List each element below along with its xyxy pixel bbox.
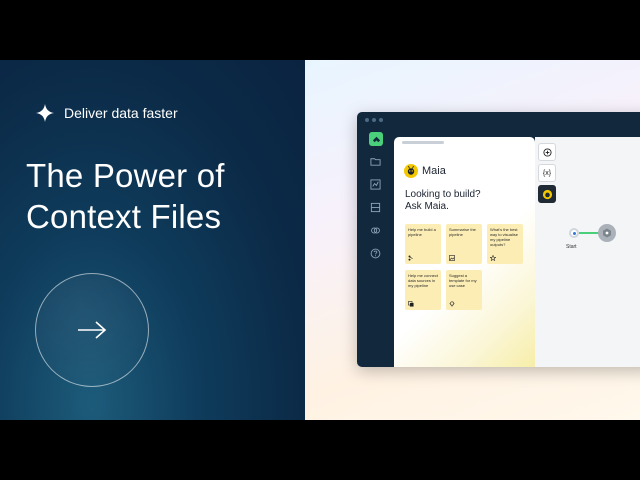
suggestion-card[interactable]: Help me connect data sources in my pipel… <box>405 270 441 310</box>
copy-icon <box>408 301 414 307</box>
headline-line-2: Context Files <box>26 198 222 235</box>
suggestion-card[interactable]: Summarise the pipeline <box>446 224 482 264</box>
window-dot[interactable] <box>379 118 383 122</box>
next-arrow-button[interactable] <box>35 273 149 387</box>
letterbox-bottom <box>0 420 640 480</box>
chat-heading-line-1: Looking to build? <box>405 189 481 200</box>
window-dot[interactable] <box>365 118 369 122</box>
suggestion-card-label: Help me connect data sources in my pipel… <box>408 273 439 288</box>
start-node[interactable] <box>569 228 579 238</box>
chart-icon[interactable] <box>370 179 381 190</box>
chat-heading: Looking to build? Ask Maia. <box>405 189 481 213</box>
window-dot[interactable] <box>372 118 376 122</box>
suggestion-card-label: Summarise the pipeline <box>449 227 476 237</box>
headline-line-1: The Power of <box>26 157 225 194</box>
suggestion-card-label: Help me build a pipeline <box>408 227 436 237</box>
tagline-text: Deliver data faster <box>64 105 178 121</box>
bulb-icon <box>449 301 455 307</box>
star-icon <box>490 255 496 261</box>
arrow-right-icon <box>78 321 107 339</box>
window-controls <box>365 118 383 122</box>
suggestion-card-label: Suggest a template for my use case <box>449 273 477 288</box>
hexagon-icon <box>603 228 611 238</box>
link-icon[interactable] <box>370 225 381 236</box>
canvas-toolbar: {x} <box>538 143 558 206</box>
app-sidebar <box>357 130 393 367</box>
sparkle-icon <box>36 104 54 122</box>
suggestion-card[interactable]: What's the best way to visualise my pipe… <box>487 224 523 264</box>
image-icon <box>449 255 455 261</box>
maia-button[interactable] <box>538 185 556 203</box>
assistant-name: Maia <box>422 165 446 177</box>
page-title: The Power of Context Files <box>26 155 225 237</box>
pipeline-icon <box>408 255 413 261</box>
tagline: Deliver data faster <box>36 104 178 122</box>
suggestion-card[interactable]: Help me build a pipeline <box>405 224 441 264</box>
start-node-label: Start <box>566 244 577 250</box>
maia-logo-icon <box>404 164 418 178</box>
node-connector <box>579 232 599 234</box>
chat-heading-line-2: Ask Maia. <box>405 201 449 212</box>
suggestion-card-label: What's the best way to visualise my pipe… <box>490 227 519 247</box>
folder-icon[interactable] <box>370 156 381 167</box>
maia-icon <box>542 189 552 199</box>
add-component-button[interactable] <box>538 143 556 161</box>
promo-panel: Deliver data faster The Power of Context… <box>0 60 305 420</box>
variables-label: {x} <box>542 169 552 177</box>
app-window: Maia Looking to build? Ask Maia. Help me… <box>357 112 640 367</box>
pipeline-canvas[interactable]: {x} Start <box>535 137 640 367</box>
variables-button[interactable]: {x} <box>538 164 556 182</box>
letterbox-top <box>0 0 640 60</box>
help-icon[interactable] <box>370 248 381 259</box>
maia-chat-panel: Maia Looking to build? Ask Maia. Help me… <box>394 137 535 367</box>
add-node-button[interactable] <box>598 224 616 242</box>
plus-circle-icon <box>542 147 552 157</box>
suggestion-card[interactable]: Suggest a template for my use case <box>446 270 482 310</box>
app-logo-icon[interactable] <box>369 132 383 146</box>
product-preview-panel: Maia Looking to build? Ask Maia. Help me… <box>305 60 640 420</box>
maia-header: Maia <box>404 164 446 178</box>
database-icon[interactable] <box>370 202 381 213</box>
panel-tab[interactable] <box>402 141 444 144</box>
